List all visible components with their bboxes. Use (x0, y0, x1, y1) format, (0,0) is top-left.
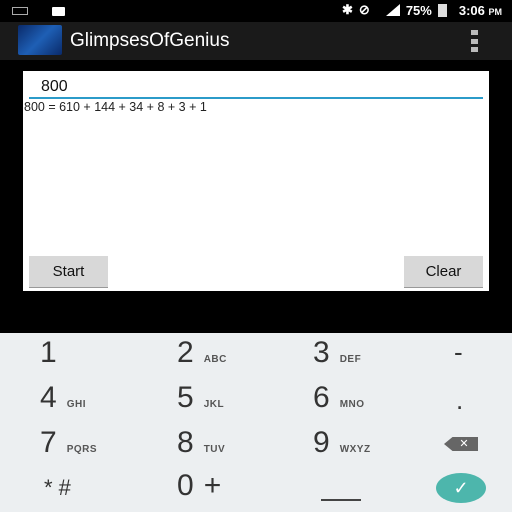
keyboard-icon (12, 7, 28, 15)
key-minus[interactable]: - (454, 337, 463, 368)
key-letters: TUV (203, 444, 226, 455)
key-letters: JKL (203, 399, 225, 410)
key-letters: DEF (339, 354, 362, 365)
lock-icon (52, 7, 65, 16)
key-7[interactable]: 7 PQRS (40, 426, 97, 460)
status-bar: ✱ ⊘ 75% 3:06 PM (0, 0, 512, 22)
key-letters: PQRS (66, 444, 98, 455)
do-not-disturb-icon: ⊘ (358, 2, 370, 17)
key-0[interactable]: 0 + (177, 469, 221, 503)
key-3[interactable]: 3 DEF (313, 336, 361, 370)
key-8[interactable]: 8 TUV (177, 426, 225, 460)
key-9[interactable]: 9 WXYZ (313, 426, 371, 460)
key-letters: GHI (66, 399, 86, 410)
main-panel: 800 800 = 610 + 144 + 34 + 8 + 3 + 1 Sta… (23, 71, 489, 291)
key-letters: ABC (203, 354, 227, 365)
clock: 3:06 PM (459, 3, 502, 18)
key-digit: 3 (313, 336, 330, 369)
number-input[interactable]: 800 (29, 75, 483, 99)
key-digit: 7 (40, 426, 57, 459)
numeric-keypad: 1 2 ABC 3 DEF - 4 GHI 5 JKL 6 MNO . 7 PQRS 8 TU… (0, 333, 512, 512)
app-icon[interactable] (18, 25, 62, 55)
battery-icon (437, 3, 447, 17)
result-text: 800 = 610 + 144 + 34 + 8 + 3 + 1 (24, 100, 207, 114)
backspace-icon[interactable]: ✕ (444, 437, 478, 451)
clock-time: 3:06 (458, 2, 485, 18)
start-button[interactable]: Start (29, 256, 108, 288)
key-letters: MNO (339, 399, 365, 410)
bluetooth-icon: ✱ (342, 2, 353, 17)
battery-text: 75% (405, 2, 432, 18)
signal-icon (385, 4, 400, 16)
action-bar: GlimpsesOfGenius (0, 22, 512, 60)
key-letters: WXYZ (339, 444, 371, 455)
key-plus: + (203, 469, 222, 502)
key-dot[interactable]: . (456, 385, 463, 416)
overflow-menu-icon[interactable] (471, 30, 478, 52)
key-digit: 1 (40, 336, 57, 369)
key-digit: 8 (177, 426, 194, 459)
key-1[interactable]: 1 (40, 336, 57, 370)
clock-suffix: PM (488, 6, 503, 17)
key-digit: 6 (313, 381, 330, 414)
key-6[interactable]: 6 MNO (313, 381, 365, 415)
key-digit: 9 (313, 426, 330, 459)
key-digit: 4 (40, 381, 57, 414)
key-digit: 2 (177, 336, 194, 369)
app-title: GlimpsesOfGenius (70, 30, 230, 51)
key-2[interactable]: 2 ABC (177, 336, 227, 370)
clear-button[interactable]: Clear (404, 256, 483, 288)
key-star-hash[interactable]: * # (44, 475, 71, 501)
key-digit: 5 (177, 381, 194, 414)
key-digit: 0 (177, 469, 194, 502)
key-5[interactable]: 5 JKL (177, 381, 224, 415)
key-space[interactable] (321, 499, 361, 501)
key-4[interactable]: 4 GHI (40, 381, 86, 415)
done-check-icon[interactable]: ✓ (436, 473, 486, 503)
